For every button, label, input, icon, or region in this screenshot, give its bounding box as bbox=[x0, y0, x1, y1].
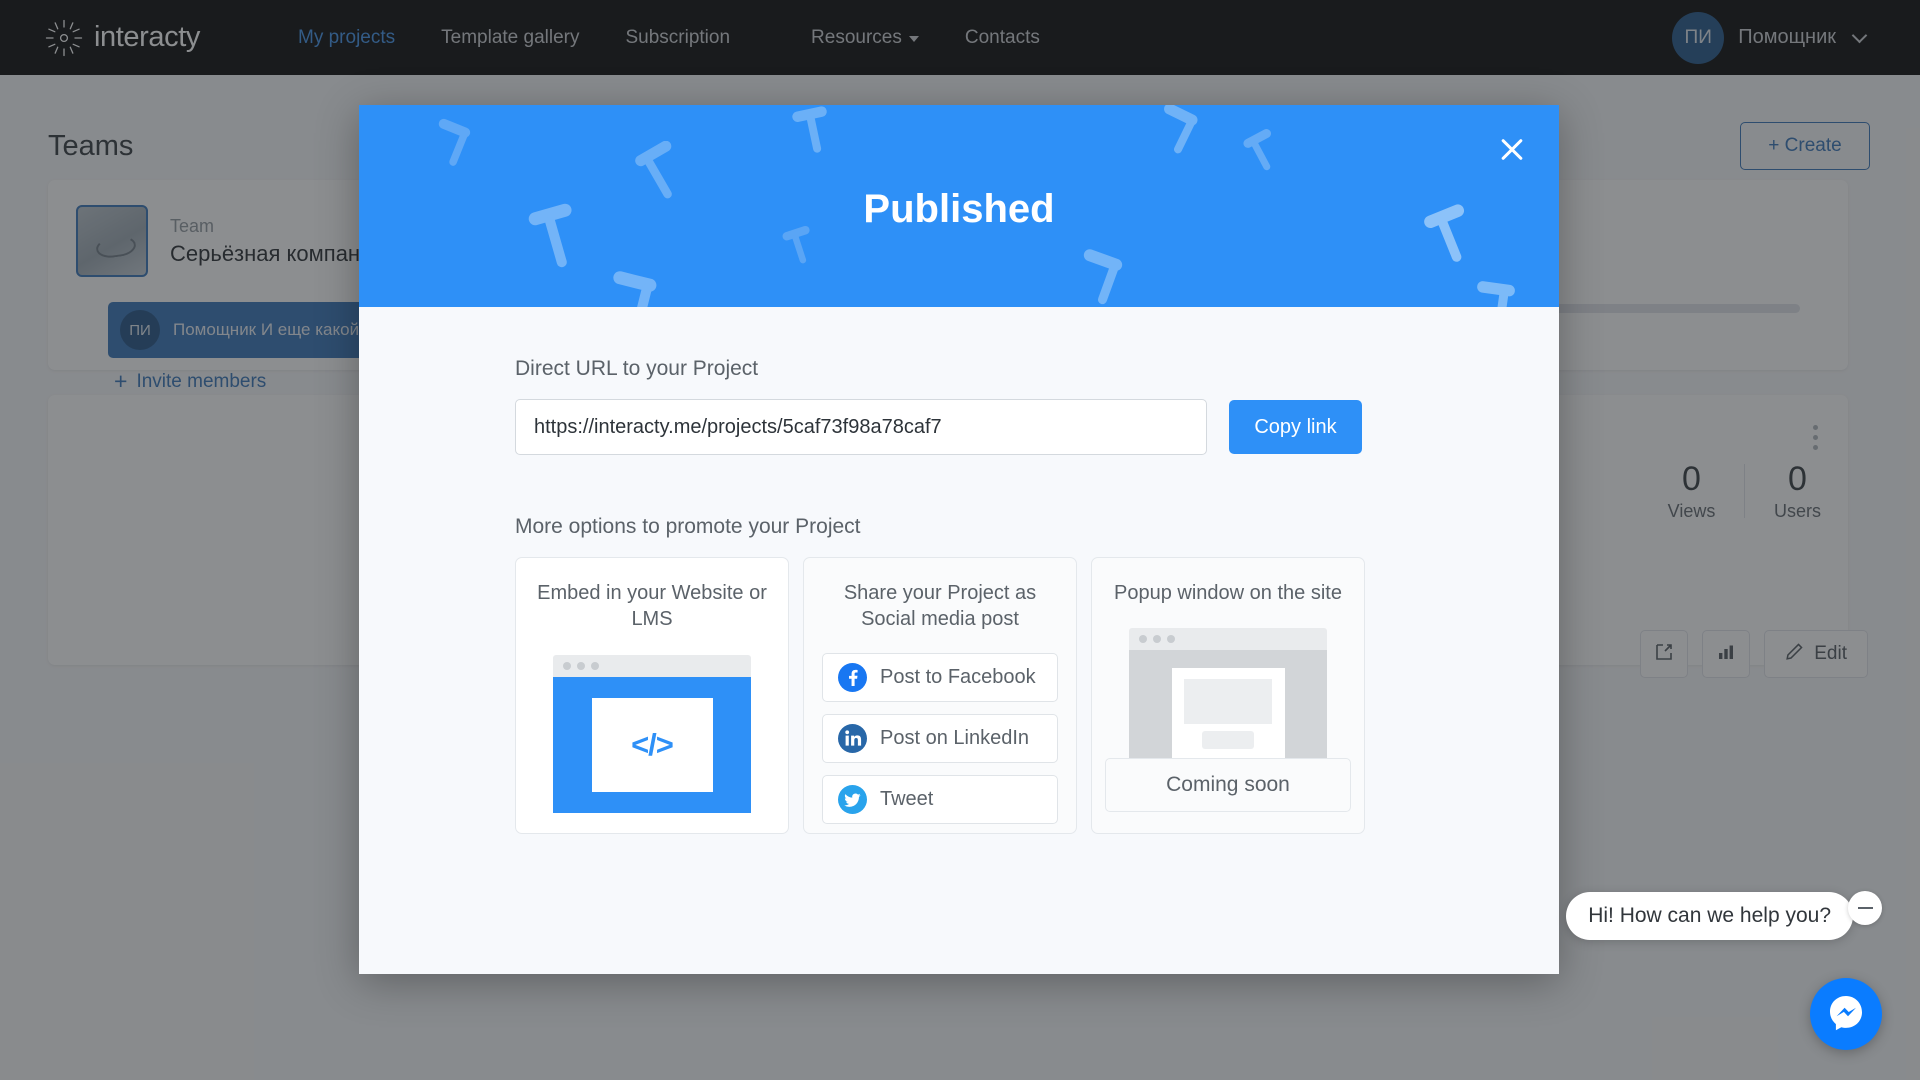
mock-browser-body: </> bbox=[553, 676, 751, 813]
promo-card-embed[interactable]: Embed in your Website or LMS </> bbox=[515, 557, 789, 834]
pin-decoration-icon bbox=[613, 271, 657, 307]
social-button-label: Post to Facebook bbox=[880, 665, 1036, 688]
chat-minimize-button[interactable] bbox=[1848, 891, 1882, 925]
url-field-label: Direct URL to your Project bbox=[515, 357, 759, 380]
coming-soon-badge: Coming soon bbox=[1105, 758, 1351, 812]
modal-body: Direct URL to your Project Copy link Mor… bbox=[359, 307, 1559, 834]
messenger-icon bbox=[1826, 992, 1866, 1037]
promo-card-title: Share your Project as Social media post bbox=[843, 582, 1037, 631]
messenger-chat-button[interactable] bbox=[1810, 978, 1882, 1050]
promo-card-social: Share your Project as Social media post … bbox=[803, 557, 1077, 834]
social-button-label: Post on LinkedIn bbox=[880, 726, 1029, 749]
promo-card-title: Embed in your Website or LMS bbox=[537, 582, 767, 631]
promotion-cards: Embed in your Website or LMS </> Share y… bbox=[515, 557, 1559, 834]
mock-block bbox=[1202, 731, 1254, 750]
modal-title: Published bbox=[863, 187, 1055, 231]
post-to-facebook-button[interactable]: Post to Facebook bbox=[822, 652, 1058, 702]
linkedin-icon bbox=[838, 723, 867, 753]
mock-browser-bar bbox=[1129, 628, 1327, 651]
pin-decoration-icon bbox=[1083, 249, 1123, 305]
copy-link-button[interactable]: Copy link bbox=[1229, 400, 1362, 454]
minimize-icon bbox=[1857, 907, 1873, 909]
published-modal: Published Direct URL to your Project Cop… bbox=[359, 105, 1559, 974]
project-url-input[interactable] bbox=[515, 399, 1207, 455]
pin-decoration-icon bbox=[1477, 281, 1515, 307]
promo-card-title: Popup window on the site bbox=[1114, 582, 1342, 604]
promo-card-popup: Popup window on the site Coming soon bbox=[1091, 557, 1365, 834]
more-options-label: More options to promote your Project bbox=[515, 515, 861, 538]
close-icon[interactable] bbox=[1490, 127, 1534, 171]
tweet-button[interactable]: Tweet bbox=[822, 774, 1058, 824]
mock-block bbox=[1184, 679, 1272, 725]
embed-preview-mock: </> bbox=[553, 654, 751, 813]
url-row: Copy link bbox=[515, 399, 1559, 455]
post-on-linkedin-button[interactable]: Post on LinkedIn bbox=[822, 713, 1058, 763]
facebook-icon bbox=[838, 662, 867, 692]
mock-popup-window bbox=[1171, 668, 1285, 769]
social-buttons: Post to Facebook Post on LinkedIn Tweet bbox=[822, 652, 1058, 824]
chat-greeting-bubble: Hi! How can we help you? bbox=[1566, 892, 1853, 940]
twitter-icon bbox=[838, 784, 867, 814]
code-brackets-icon: </> bbox=[591, 697, 713, 792]
mock-browser-bar bbox=[553, 654, 751, 677]
social-button-label: Tweet bbox=[880, 787, 934, 810]
modal-hero: Published bbox=[359, 105, 1559, 307]
